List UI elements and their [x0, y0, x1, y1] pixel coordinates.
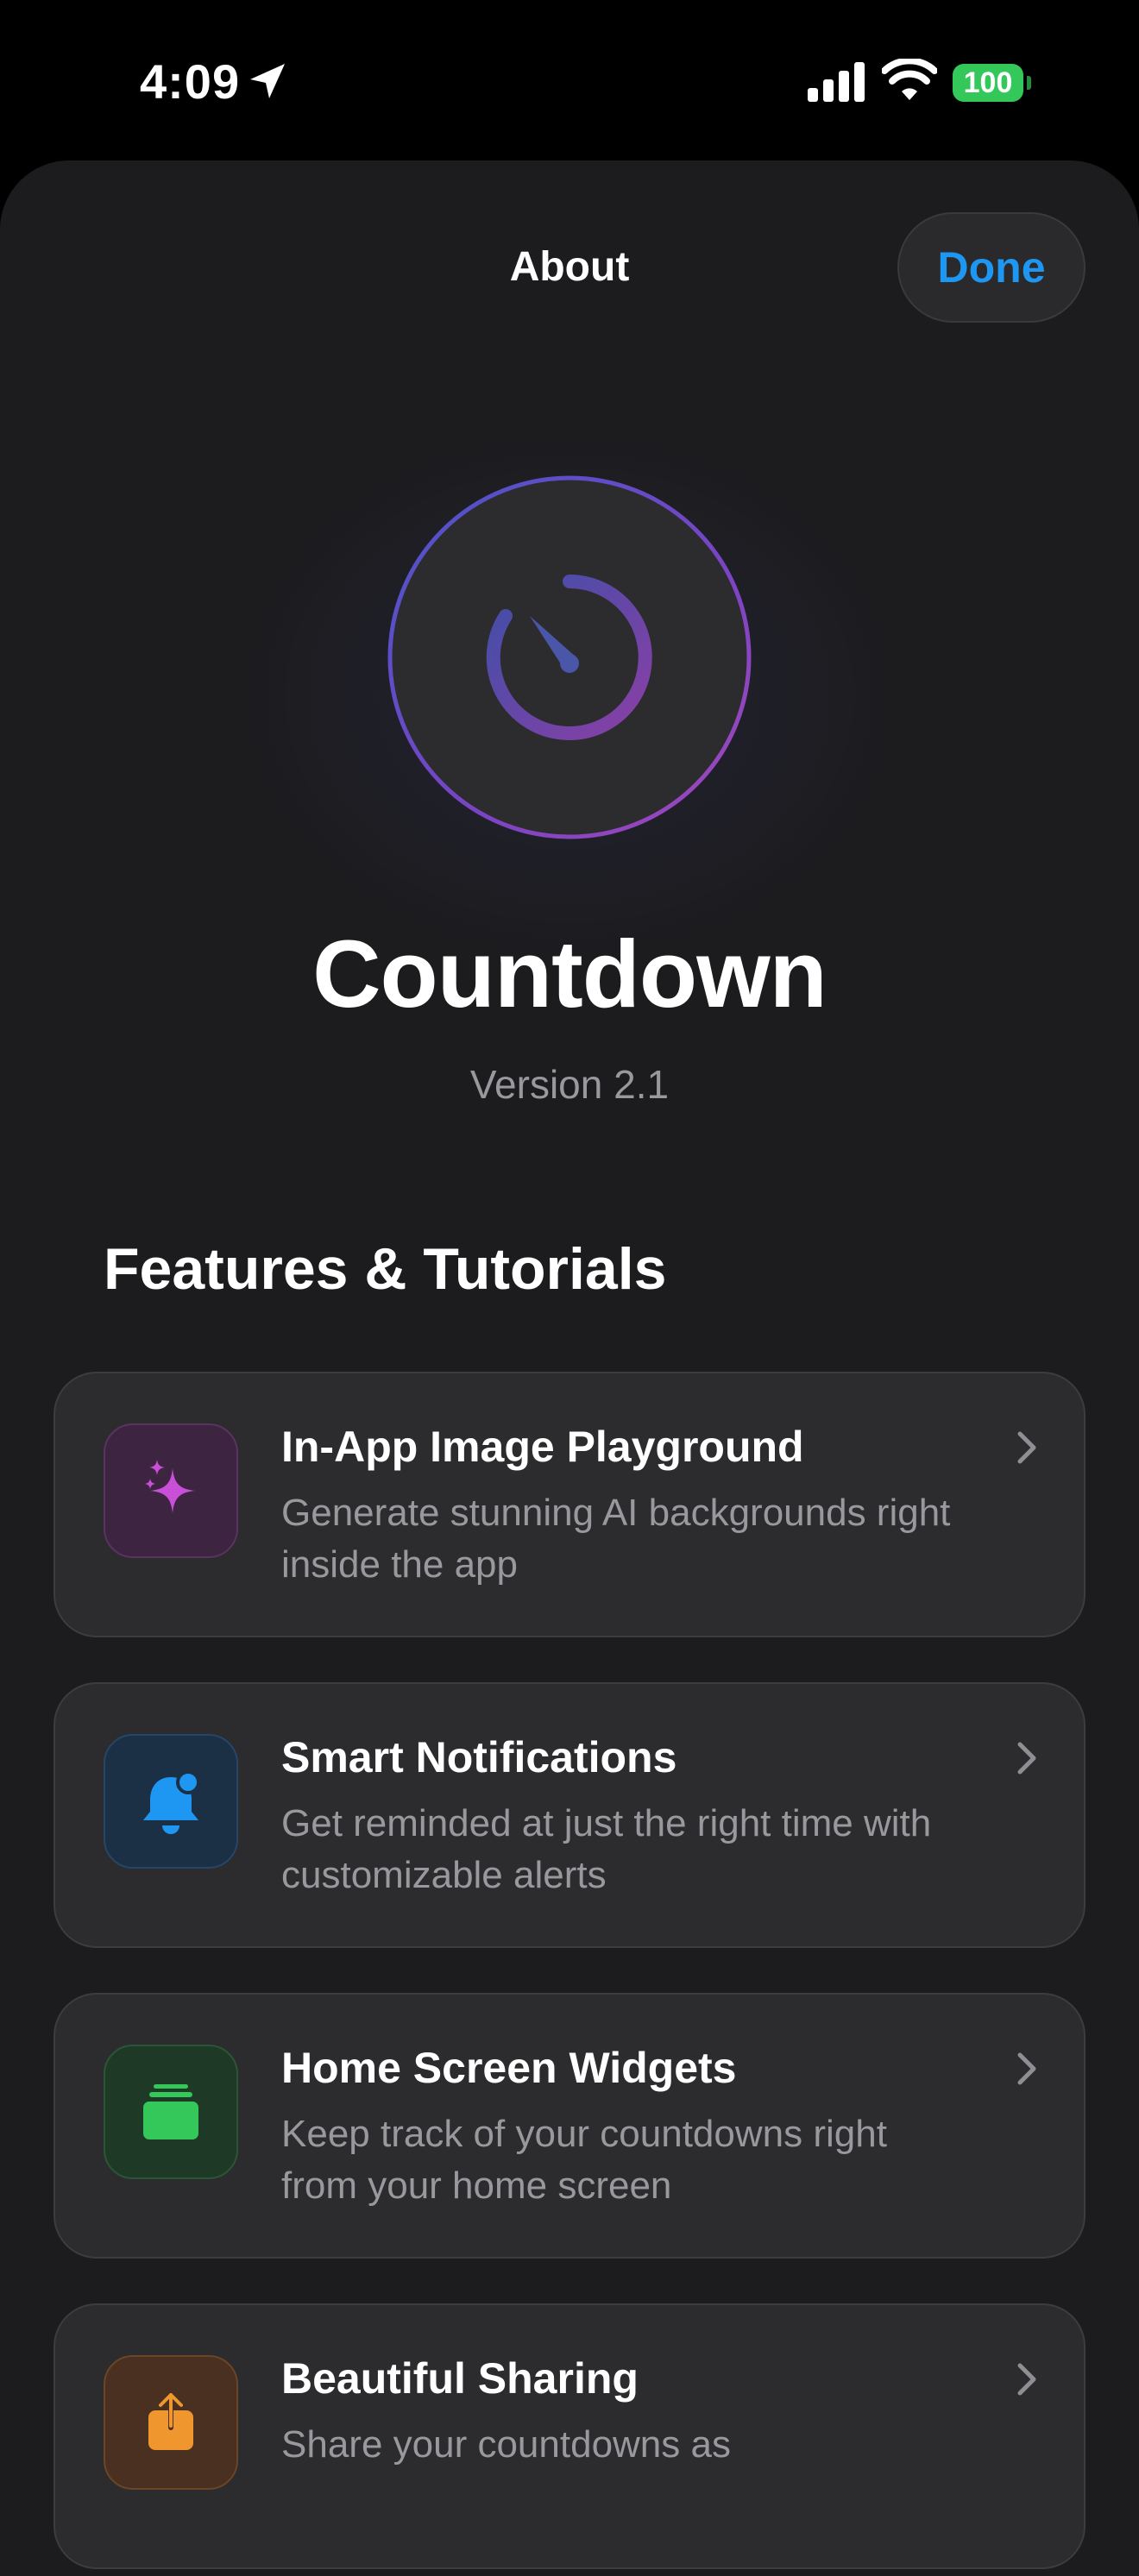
chevron-right-icon	[1017, 2363, 1036, 2396]
share-icon	[148, 2391, 193, 2450]
feature-icon-container	[104, 1423, 238, 1558]
app-version: Version 2.1	[469, 1062, 670, 1107]
feature-title: Beautiful Sharing	[281, 2354, 639, 2403]
battery-indicator: 100	[953, 64, 1031, 102]
feature-title: Smart Notifications	[281, 1733, 677, 1781]
about-sheet: About Done Countdown Version 2.1 Feature…	[0, 160, 1139, 2576]
feature-card-smart-notifications[interactable]: Smart Notifications Get reminded at just…	[53, 1682, 1086, 1948]
sparkles-icon	[145, 1460, 195, 1513]
feature-description: Get reminded at just the right time with…	[281, 1802, 932, 1896]
feature-card-beautiful-sharing[interactable]: Beautiful Sharing Share your countdowns …	[53, 2303, 1086, 2569]
feature-icon-container	[104, 1734, 238, 1869]
feature-icon-container	[104, 2045, 238, 2179]
feature-card-image-playground[interactable]: In-App Image Playground Generate stunnin…	[53, 1372, 1086, 1637]
battery-level: 100	[963, 66, 1013, 99]
cellular-signal-icon	[808, 62, 865, 102]
feature-title: In-App Image Playground	[281, 1423, 804, 1471]
feature-card-home-screen-widgets[interactable]: Home Screen Widgets Keep track of your c…	[53, 1993, 1086, 2259]
feature-description: Generate stunning AI backgrounds right i…	[281, 1492, 951, 1586]
app-name: Countdown	[312, 921, 828, 1027]
status-bar: 4:09 100	[0, 0, 1139, 164]
feature-description: Share your countdowns as	[281, 2423, 731, 2466]
status-time: 4:09	[140, 54, 241, 109]
section-title-features: Features & Tutorials	[104, 1236, 667, 1302]
chevron-right-icon	[1017, 1742, 1036, 1775]
chevron-right-icon	[1017, 1431, 1036, 1464]
location-arrow-icon	[250, 64, 285, 98]
feature-description: Keep track of your countdowns right from…	[281, 2113, 887, 2207]
bell-badge-icon	[143, 1770, 200, 1834]
app-timer-icon	[387, 475, 752, 839]
widget-stack-icon	[143, 2084, 198, 2139]
feature-title: Home Screen Widgets	[281, 2044, 737, 2092]
wifi-icon	[882, 59, 937, 100]
feature-icon-container	[104, 2355, 238, 2490]
chevron-right-icon	[1017, 2052, 1036, 2085]
done-button[interactable]: Done	[897, 212, 1086, 323]
